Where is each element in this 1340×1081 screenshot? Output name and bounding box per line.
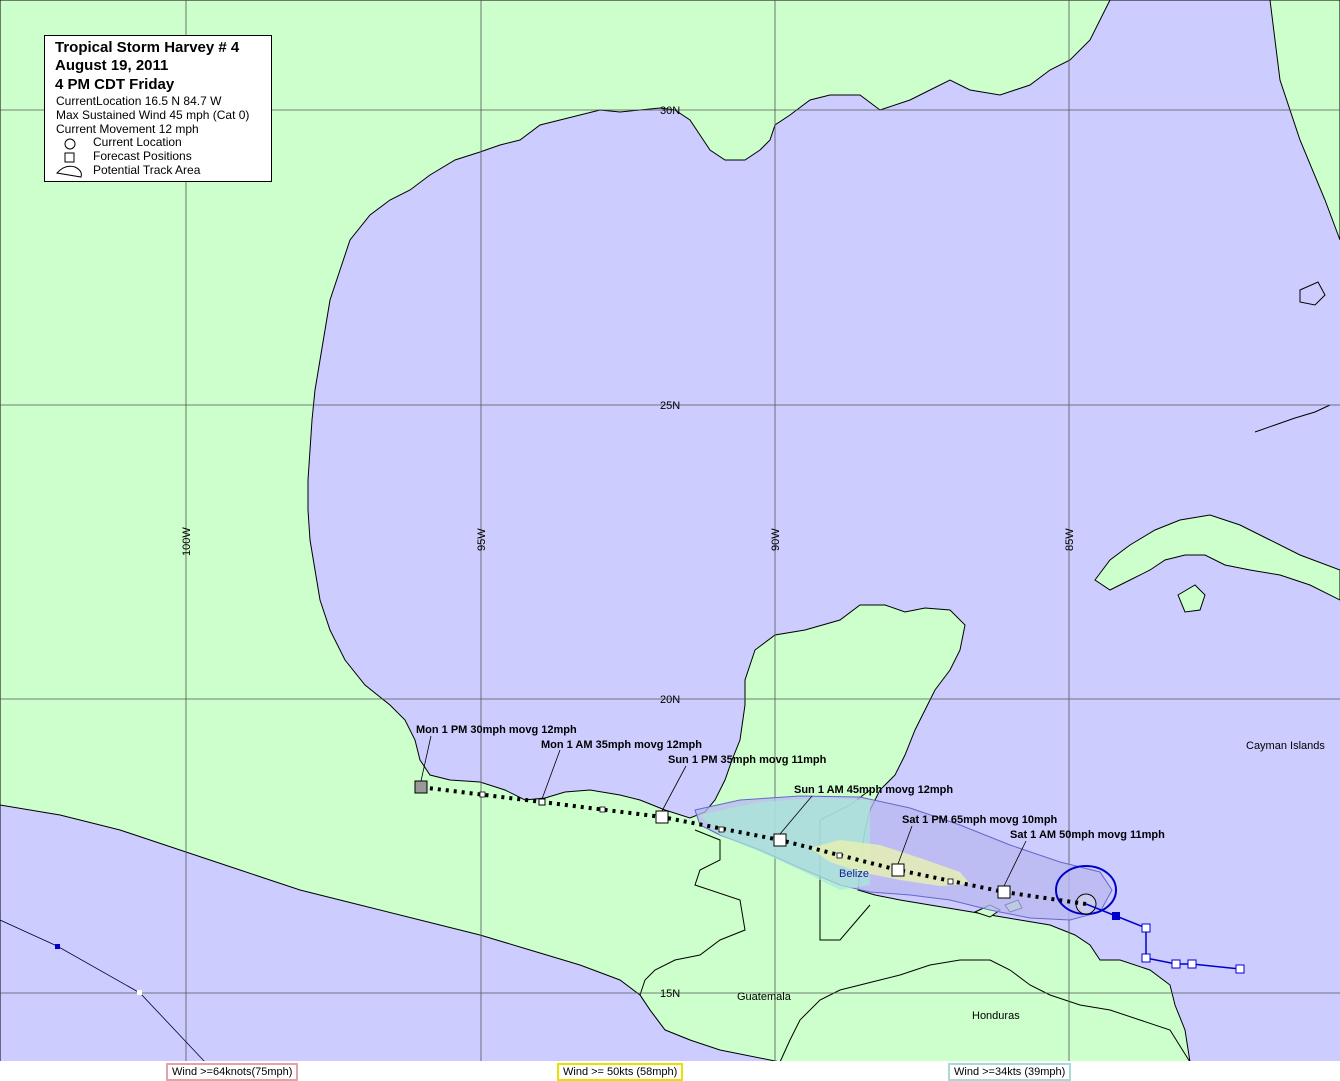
forecast-position-sat-pm <box>891 863 905 877</box>
legend-key-track: Potential Track Area <box>93 163 201 177</box>
wind50-key: Wind >= 50kts (58mph) <box>557 1063 684 1081</box>
lon-label-90: 90W <box>770 528 782 551</box>
interim-position <box>718 826 725 833</box>
interim-position <box>479 791 486 798</box>
other-track-point <box>55 944 60 949</box>
place-guatemala: Guatemala <box>737 991 792 1003</box>
past-position-2 <box>1141 923 1151 933</box>
forecast-label-mon-pm: Mon 1 PM 30mph movg 12mph <box>416 724 577 736</box>
other-track-point <box>137 990 142 995</box>
wind64-key: Wind >=64knots(75mph) <box>166 1063 299 1081</box>
forecast-position-sun-pm <box>655 810 669 824</box>
past-position-6 <box>1235 964 1245 974</box>
lat-label-30: 30N <box>660 105 680 117</box>
forecast-position-mon-am <box>538 798 546 806</box>
past-position-4 <box>1171 959 1181 969</box>
interim-position <box>599 806 606 813</box>
forecast-label-sun-pm: Sun 1 PM 35mph movg 11mph <box>668 754 827 766</box>
forecast-label-mon-am: Mon 1 AM 35mph movg 12mph <box>541 739 702 751</box>
forecast-position-sat-am <box>997 885 1011 899</box>
legend-key-forecast: Forecast Positions <box>93 149 192 163</box>
forecast-position-sun-am <box>773 833 787 847</box>
legend-time: 4 PM CDT Friday <box>55 76 175 93</box>
legend-wind: Max Sustained Wind 45 mph (Cat 0) <box>56 108 250 122</box>
lat-label-15: 15N <box>660 988 680 1000</box>
forecast-label-sat-am: Sat 1 AM 50mph movg 11mph <box>1010 829 1165 841</box>
legend-location: CurrentLocation 16.5 N 84.7 W <box>56 94 222 108</box>
lon-label-95: 95W <box>476 528 488 551</box>
place-belize: Belize <box>839 868 869 880</box>
interim-position <box>836 852 843 859</box>
footer-wind-key: Wind >=64knots(75mph) Wind >= 50kts (58m… <box>0 1061 1340 1081</box>
circle-icon <box>64 138 76 150</box>
legend-movement: Current Movement 12 mph <box>56 122 199 136</box>
legend-date: August 19, 2011 <box>55 57 169 74</box>
interim-position <box>947 878 954 885</box>
lon-label-85: 85W <box>1064 528 1076 551</box>
cone-icon <box>56 165 82 178</box>
legend-key-current: Current Location <box>93 135 182 149</box>
storm-map: 30N 25N 20N 15N 100W 95W 90W 85W Mon 1 P… <box>0 0 1340 1081</box>
place-cayman-islands: Cayman Islands <box>1246 740 1325 752</box>
lat-label-20: 20N <box>660 694 680 706</box>
past-position-5 <box>1187 959 1197 969</box>
forecast-label-sun-am: Sun 1 AM 45mph movg 12mph <box>794 784 953 796</box>
place-honduras: Honduras <box>972 1010 1020 1022</box>
legend-symbols <box>56 138 82 178</box>
forecast-label-sat-pm: Sat 1 PM 65mph movg 10mph <box>902 814 1058 826</box>
legend-box: Tropical Storm Harvey # 4 August 19, 201… <box>44 35 272 182</box>
past-position-1 <box>1112 912 1120 920</box>
wind34-key: Wind >=34kts (39mph) <box>948 1063 1072 1081</box>
square-icon <box>64 152 75 163</box>
lat-label-25: 25N <box>660 400 680 412</box>
legend-title: Tropical Storm Harvey # 4 <box>55 39 240 56</box>
past-position-3 <box>1141 953 1151 963</box>
forecast-position-mon-pm <box>414 780 428 794</box>
lon-label-100: 100W <box>181 527 193 556</box>
